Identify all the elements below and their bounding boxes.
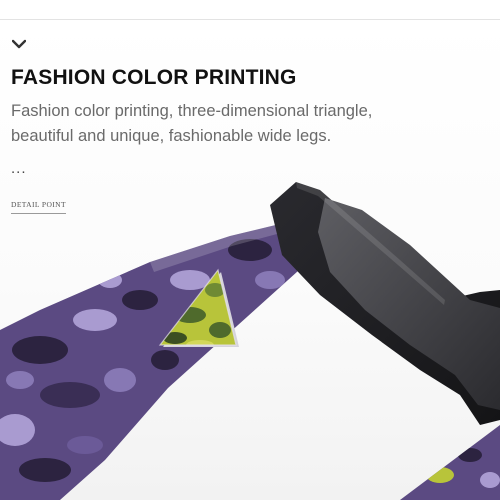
- temple-arm-far: [400, 425, 500, 500]
- frame-front: [270, 182, 500, 425]
- detail-point-label: DETAIL POINT: [11, 200, 66, 214]
- chevron-down-icon[interactable]: [12, 39, 26, 49]
- ellipsis: ...: [11, 160, 27, 177]
- temple-arm: [0, 222, 308, 500]
- feature-description: Fashion color printing, three-dimensiona…: [11, 102, 373, 145]
- page-title: FASHION COLOR PRINTING: [11, 66, 297, 89]
